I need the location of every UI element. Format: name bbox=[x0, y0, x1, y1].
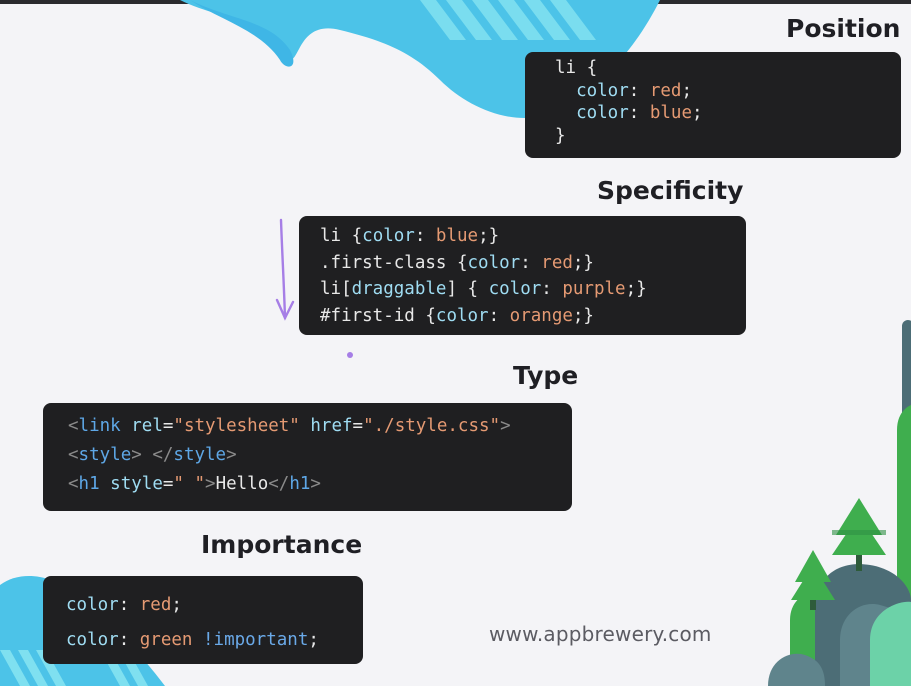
code-line: <link rel="stylesheet" href="./style.css… bbox=[68, 416, 511, 436]
code-line: <style> </style> bbox=[68, 445, 237, 465]
pine-tree-large bbox=[832, 498, 886, 571]
code-block-specificity: li {color: blue;} .first-class {color: r… bbox=[299, 216, 746, 335]
watermark: www.appbrewery.com bbox=[489, 622, 712, 646]
code-line: color: green !important; bbox=[66, 630, 319, 650]
heading-type: Type bbox=[513, 361, 579, 390]
heading-importance: Importance bbox=[201, 530, 363, 559]
code-block-position: li { color: red; color: blue; } bbox=[525, 52, 901, 158]
code-line: #first-id {color: orange;} bbox=[320, 305, 594, 326]
annotation-dot bbox=[347, 352, 353, 358]
heading-specificity: Specificity bbox=[597, 176, 744, 205]
heading-position: Position bbox=[786, 14, 901, 43]
code-line: } bbox=[555, 125, 566, 146]
code-line: color: red; bbox=[66, 595, 182, 615]
code-block-importance: color: red; color: green !important; bbox=[43, 576, 363, 664]
code-line: li {color: blue;} bbox=[320, 226, 500, 246]
annotation-arrow bbox=[275, 218, 295, 321]
code-line: color: blue; bbox=[555, 103, 703, 123]
code-line: li { bbox=[555, 58, 598, 78]
code-line: li[draggable] { color: purple;} bbox=[320, 279, 647, 299]
code-block-type: <link rel="stylesheet" href="./style.css… bbox=[43, 403, 572, 511]
code-line: <h1 style=" ">Hello</h1> bbox=[68, 474, 321, 494]
code-line: color: red; bbox=[555, 80, 692, 101]
code-line: .first-class {color: red;} bbox=[320, 252, 594, 273]
